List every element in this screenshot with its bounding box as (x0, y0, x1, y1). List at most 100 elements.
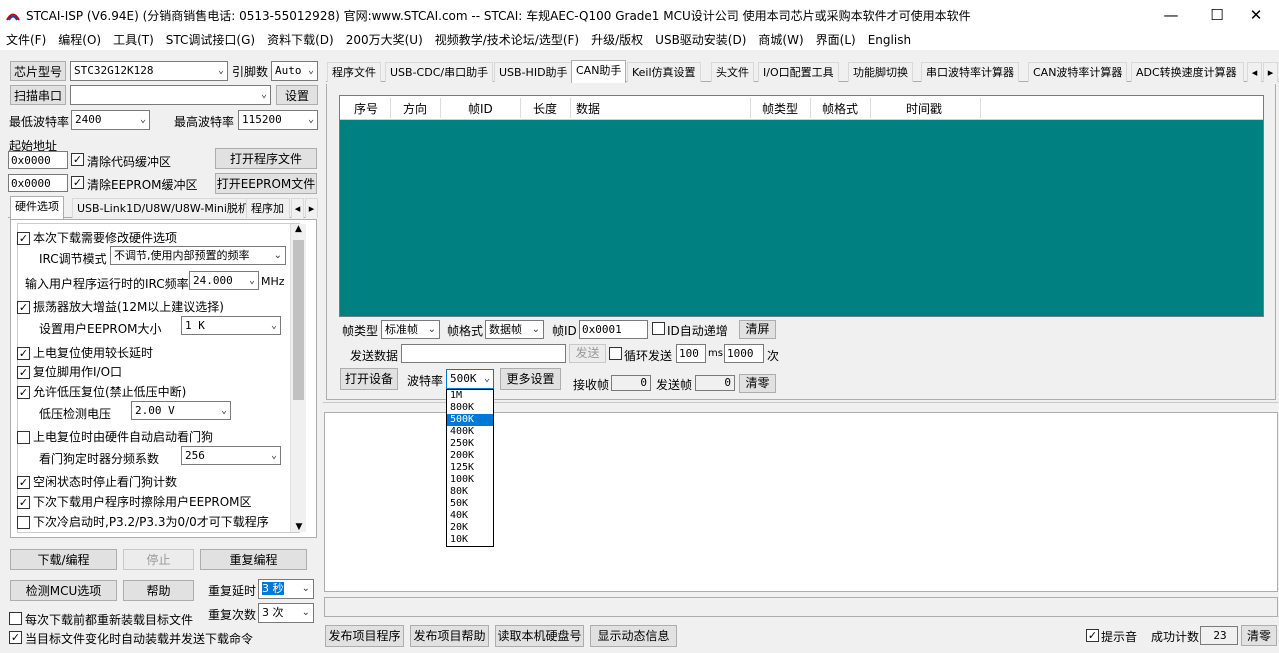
irc-freq-select[interactable]: 24.000 ⌄ (189, 271, 259, 290)
tab-hardware[interactable]: 硬件选项 (10, 196, 64, 219)
tab-header-file[interactable]: 头文件 (711, 62, 754, 82)
can-frame-grid[interactable]: 序号 方向 帧ID 长度 数据 帧类型 帧格式 时间戳 (339, 95, 1264, 317)
baud-option[interactable]: 10K (447, 534, 493, 546)
settings-button[interactable]: 设置 (276, 85, 318, 105)
help-button[interactable]: 帮助 (123, 580, 194, 601)
scroll-thumb[interactable] (293, 240, 304, 400)
eeprom-size-select[interactable]: 1 K ⌄ (181, 316, 281, 335)
tab-scroll-left-icon[interactable]: ◂ (291, 198, 304, 218)
max-baud-select[interactable]: 115200 ⌄ (238, 110, 318, 130)
menu-stc-debug[interactable]: STC调试接口(G) (160, 30, 261, 50)
lvd-voltage-select[interactable]: 2.00 V ⌄ (131, 401, 231, 420)
read-disk-button[interactable]: 读取本机硬盘号 (495, 625, 584, 647)
clear-screen-button[interactable]: 清屏 (739, 320, 776, 339)
menu-store[interactable]: 商城(W) (752, 30, 809, 50)
wdt-idle-checkbox[interactable]: ✓ (17, 476, 30, 489)
scroll-down-icon[interactable]: ▼ (291, 522, 307, 532)
baud-option[interactable]: 800K (447, 402, 493, 414)
tab-adc-calc[interactable]: ADC转换速度计算器 (1131, 62, 1244, 82)
erase-eeprom-checkbox[interactable]: ✓ (17, 496, 30, 509)
menu-program[interactable]: 编程(O) (52, 30, 107, 50)
lvd-reset-checkbox[interactable]: ✓ (17, 386, 30, 399)
osc-gain-checkbox[interactable]: ✓ (17, 301, 30, 314)
baud-option[interactable]: 20K (447, 522, 493, 534)
menu-interface[interactable]: 界面(L) (810, 30, 862, 50)
menu-file[interactable]: 文件(F) (0, 30, 52, 50)
repeat-delay-select[interactable]: 3 秒 ⌄ (258, 579, 314, 599)
tab-io-config[interactable]: I/O口配置工具 (758, 62, 839, 82)
repeat-count-select[interactable]: 3 次 ⌄ (258, 603, 314, 623)
eeprom-addr-input[interactable]: 0x0000 (8, 174, 68, 192)
auto-reload-checkbox[interactable]: ✓ (9, 631, 22, 644)
tab-scroll-left-icon[interactable]: ◂ (1247, 62, 1262, 82)
tab-can-baud-calc[interactable]: CAN波特率计算器 (1028, 62, 1128, 82)
baud-option[interactable]: 400K (447, 426, 493, 438)
baud-option[interactable]: 125K (447, 462, 493, 474)
minimize-button[interactable]: — (1148, 0, 1194, 30)
chip-type-button[interactable]: 芯片型号 (10, 61, 66, 81)
baud-rate-dropdown[interactable]: 1M 800K 500K 400K 250K 200K 125K 100K 80K 50K 40K 2… (446, 389, 494, 547)
frame-type-select[interactable]: 标准帧 ⌄ (381, 320, 440, 339)
tab-scroll-right-icon[interactable]: ▸ (305, 198, 318, 218)
menu-usb-driver[interactable]: USB驱动安装(D) (649, 30, 752, 50)
reset-io-checkbox[interactable]: ✓ (17, 366, 30, 379)
menu-tools[interactable]: 工具(T) (107, 30, 160, 50)
scan-port-button[interactable]: 扫描串口 (10, 85, 66, 105)
port-select[interactable]: ⌄ (70, 85, 271, 105)
baud-option[interactable]: 200K (447, 450, 493, 462)
open-eeprom-button[interactable]: 打开EEPROM文件 (215, 173, 317, 194)
irc-mode-select[interactable]: 不调节,使用内部预置的频率 ⌄ (110, 246, 286, 265)
download-button[interactable]: 下载/编程 (10, 549, 117, 570)
send-button[interactable]: 发送 (569, 344, 606, 363)
tab-pin-switch[interactable]: 功能脚切换 (848, 62, 913, 82)
loop-ms-input[interactable]: 100 (676, 344, 706, 363)
baud-option[interactable]: 500K (447, 414, 493, 426)
send-data-input[interactable] (401, 344, 566, 363)
tab-scroll-right-icon[interactable]: ▸ (1263, 62, 1278, 82)
wdt-div-select[interactable]: 256 ⌄ (181, 446, 281, 465)
menu-english[interactable]: English (862, 30, 917, 50)
tab-uart-baud-calc[interactable]: 串口波特率计算器 (921, 62, 1019, 82)
baud-option[interactable]: 250K (447, 438, 493, 450)
baud-option[interactable]: 50K (447, 498, 493, 510)
wdt-auto-checkbox[interactable] (17, 431, 30, 444)
tab-usb-cdc[interactable]: USB-CDC/串口助手 (385, 62, 494, 82)
open-program-button[interactable]: 打开程序文件 (215, 148, 317, 169)
tip-sound-checkbox[interactable]: ✓ (1086, 629, 1099, 642)
reprogram-button[interactable]: 重复编程 (200, 549, 307, 570)
min-baud-select[interactable]: 2400 ⌄ (71, 110, 150, 130)
baud-option[interactable]: 40K (447, 510, 493, 522)
menu-award[interactable]: 200万大奖(U) (340, 30, 429, 50)
stop-button[interactable]: 停止 (123, 549, 194, 570)
show-dynamic-button[interactable]: 显示动态信息 (590, 625, 677, 647)
more-settings-button[interactable]: 更多设置 (500, 368, 561, 390)
loop-send-checkbox[interactable] (609, 347, 622, 360)
scroll-up-icon[interactable]: ▲ (291, 224, 306, 238)
close-button[interactable]: ✕ (1233, 0, 1279, 30)
tab-usb-hid[interactable]: USB-HID助手 (494, 62, 573, 82)
baud-option[interactable]: 1M (447, 390, 493, 402)
menu-downloads[interactable]: 资料下载(D) (261, 30, 340, 50)
menu-upgrade[interactable]: 升级/版权 (585, 30, 649, 50)
baud-rate-select[interactable]: 500K ⌄ (446, 369, 494, 389)
success-clear-button[interactable]: 清零 (1241, 625, 1277, 646)
clear-code-checkbox[interactable]: ✓ (71, 153, 84, 166)
pin-count-select[interactable]: Auto ⌄ (271, 61, 318, 81)
code-addr-input[interactable]: 0x0000 (8, 151, 68, 169)
frame-id-input[interactable]: 0x0001 (579, 320, 648, 339)
baud-option[interactable]: 80K (447, 486, 493, 498)
baud-option[interactable]: 100K (447, 474, 493, 486)
check-mcu-button[interactable]: 检测MCU选项 (10, 580, 117, 601)
clear-counts-button[interactable]: 清零 (739, 374, 776, 393)
loop-count-input[interactable]: 1000 (724, 344, 764, 363)
id-auto-inc-checkbox[interactable] (652, 322, 665, 335)
frame-format-select[interactable]: 数据帧 ⌄ (485, 320, 544, 339)
tab-program-file[interactable]: 程序文件 (327, 62, 381, 82)
publish-program-button[interactable]: 发布项目程序 (325, 625, 404, 647)
publish-help-button[interactable]: 发布项目帮助 (410, 625, 489, 647)
open-device-button[interactable]: 打开设备 (340, 368, 398, 390)
clear-eeprom-checkbox[interactable]: ✓ (71, 176, 84, 189)
menu-video[interactable]: 视频教学/技术论坛/选型(F) (429, 30, 585, 50)
p32-p33-checkbox[interactable] (17, 516, 30, 529)
tab-keil-sim[interactable]: Keil仿真设置 (627, 62, 701, 82)
